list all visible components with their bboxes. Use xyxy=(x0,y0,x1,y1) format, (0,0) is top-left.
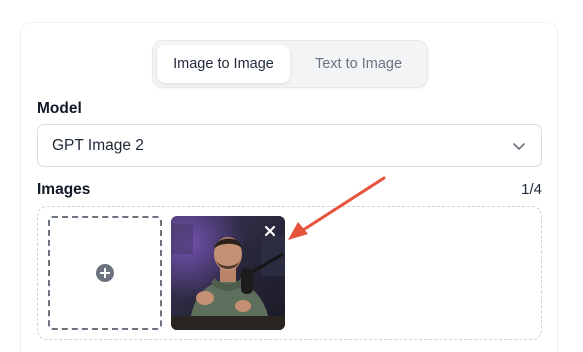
remove-image-button[interactable] xyxy=(262,223,278,239)
tab-image-to-image[interactable]: Image to Image xyxy=(157,45,290,83)
close-icon xyxy=(264,225,276,237)
model-select-value: GPT Image 2 xyxy=(52,136,144,154)
chevron-down-icon xyxy=(513,143,525,150)
model-label: Model xyxy=(37,100,82,117)
plus-circle-icon xyxy=(96,264,114,282)
mode-tabs: Image to Image Text to Image xyxy=(152,40,428,88)
model-select[interactable]: GPT Image 2 xyxy=(37,124,542,167)
tab-text-to-image[interactable]: Text to Image xyxy=(294,45,423,83)
red-arrow-icon xyxy=(288,176,386,240)
images-label: Images xyxy=(37,181,91,198)
add-image-button[interactable] xyxy=(48,216,162,330)
images-counter: 1/4 xyxy=(521,181,542,198)
